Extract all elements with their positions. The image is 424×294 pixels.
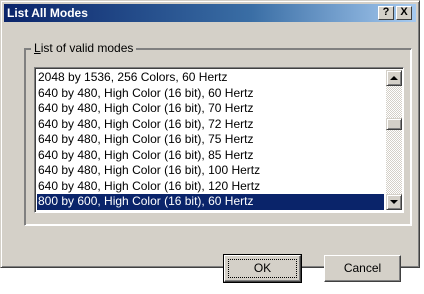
modes-listbox[interactable]: 2048 by 1536, 256 Colors, 60 Hertz 640 by… bbox=[34, 67, 404, 213]
list-item[interactable]: 640 by 480, High Color (16 bit), 120 Her… bbox=[37, 179, 384, 195]
close-icon: X bbox=[400, 6, 408, 18]
cancel-button-label: Cancel bbox=[343, 261, 382, 275]
scroll-down-button[interactable] bbox=[386, 194, 402, 210]
ok-button-label: OK bbox=[253, 261, 272, 275]
help-button[interactable]: ? bbox=[378, 6, 394, 20]
scroll-up-arrow-icon bbox=[390, 76, 398, 80]
close-button[interactable]: X bbox=[396, 6, 412, 20]
modes-group-label-accelerator: L bbox=[34, 41, 41, 55]
list-item-selected[interactable]: 800 by 600, High Color (16 bit), 60 Hert… bbox=[37, 194, 384, 210]
scroll-up-button[interactable] bbox=[386, 70, 402, 86]
list-item[interactable]: 2048 by 1536, 256 Colors, 60 Hertz bbox=[37, 70, 384, 86]
ok-button[interactable]: OK bbox=[223, 254, 302, 283]
title-bar[interactable]: List All Modes ? X bbox=[4, 4, 416, 22]
modes-group-label: List of valid modes bbox=[31, 40, 137, 56]
list-item[interactable]: 640 by 480, High Color (16 bit), 75 Hert… bbox=[37, 132, 384, 148]
list-all-modes-dialog: List All Modes ? X List of valid modes 2… bbox=[0, 0, 420, 268]
list-item[interactable]: 640 by 480, High Color (16 bit), 60 Hert… bbox=[37, 86, 384, 102]
scroll-thumb[interactable] bbox=[386, 118, 402, 130]
list-item[interactable]: 640 by 480, High Color (16 bit), 100 Her… bbox=[37, 163, 384, 179]
help-icon: ? bbox=[382, 6, 390, 18]
window-title: List All Modes bbox=[7, 6, 88, 20]
list-item[interactable]: 640 by 480, High Color (16 bit), 85 Hert… bbox=[37, 148, 384, 164]
modes-group-label-text: ist of valid modes bbox=[40, 41, 134, 55]
list-item[interactable]: 640 by 480, High Color (16 bit), 70 Hert… bbox=[37, 101, 384, 117]
vertical-scrollbar[interactable] bbox=[386, 70, 402, 210]
list-item[interactable]: 640 by 480, High Color (16 bit), 72 Hert… bbox=[37, 117, 384, 133]
cancel-button[interactable]: Cancel bbox=[324, 255, 401, 282]
scroll-down-arrow-icon bbox=[390, 200, 398, 204]
modes-list[interactable]: 2048 by 1536, 256 Colors, 60 Hertz 640 by… bbox=[37, 70, 384, 210]
